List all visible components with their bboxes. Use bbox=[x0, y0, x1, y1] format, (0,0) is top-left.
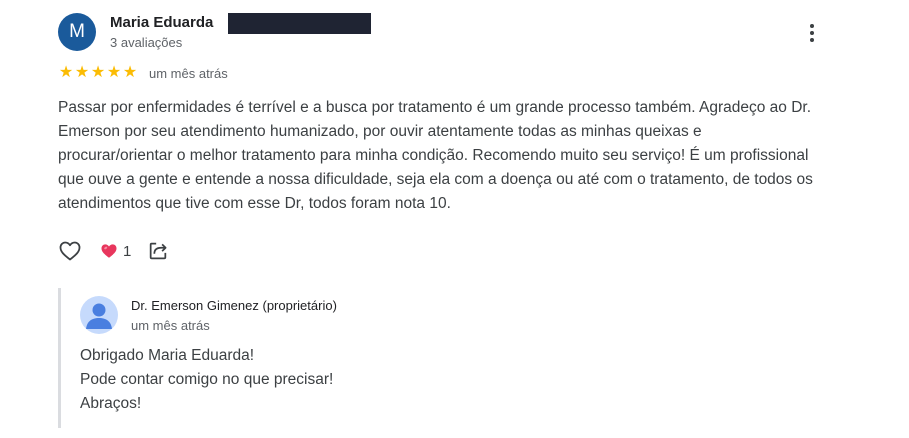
more-options-button[interactable] bbox=[800, 21, 824, 45]
heart-filled-icon bbox=[101, 244, 117, 258]
owner-name: Dr. Emerson Gimenez (proprietário) bbox=[131, 298, 337, 313]
like-button[interactable] bbox=[58, 239, 82, 263]
reviewer-review-count: 3 avaliações bbox=[110, 35, 183, 50]
owner-avatar[interactable] bbox=[80, 296, 118, 334]
star-icon: ★ bbox=[106, 64, 122, 81]
star-icon: ★ bbox=[58, 64, 74, 81]
rating-row: ★ ★ ★ ★ ★ um mês atrás bbox=[58, 64, 228, 82]
reply-line: Obrigado Maria Eduarda! bbox=[80, 347, 255, 364]
redacted-block bbox=[228, 13, 371, 34]
share-button[interactable] bbox=[147, 240, 169, 262]
reaction-count: 1 bbox=[123, 242, 132, 260]
share-icon bbox=[150, 242, 167, 260]
star-icon: ★ bbox=[74, 64, 90, 81]
owner-reply: Dr. Emerson Gimenez (proprietário) um mê… bbox=[58, 288, 661, 428]
heart-outline-icon bbox=[59, 241, 81, 261]
reply-line: Abraços! bbox=[80, 395, 142, 412]
review-header: M Maria Eduarda 3 avaliações bbox=[58, 13, 898, 53]
review-date: um mês atrás bbox=[149, 65, 228, 81]
more-vert-icon-dot bbox=[810, 38, 814, 42]
owner-reply-date: um mês atrás bbox=[131, 318, 210, 333]
reviewer-name[interactable]: Maria Eduarda bbox=[110, 14, 213, 31]
review-text: Passar por enfermidades é terrível e a b… bbox=[58, 99, 813, 212]
more-vert-icon bbox=[810, 24, 814, 28]
person-icon bbox=[86, 303, 112, 329]
star-icon: ★ bbox=[122, 64, 138, 81]
reply-line: Pode contar comigo no que precisar! bbox=[80, 371, 334, 388]
reviewer-avatar[interactable]: M bbox=[58, 13, 96, 51]
review-actions: 1 bbox=[58, 238, 169, 264]
star-rating: ★ ★ ★ ★ ★ bbox=[58, 65, 138, 81]
more-vert-icon-dot bbox=[810, 31, 814, 35]
reaction-summary[interactable]: 1 bbox=[100, 242, 131, 260]
star-icon: ★ bbox=[90, 64, 106, 81]
owner-reply-text: Obrigado Maria Eduarda! Pode contar comi… bbox=[80, 344, 333, 416]
